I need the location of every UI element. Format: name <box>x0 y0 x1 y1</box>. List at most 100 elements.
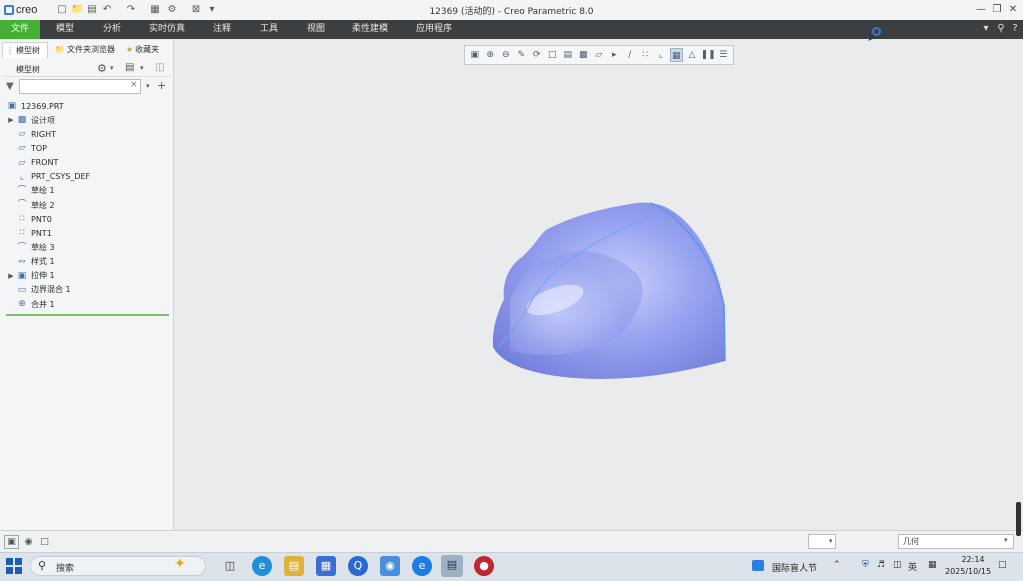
ime-indicator[interactable]: 英 <box>908 560 917 573</box>
image-viewer-icon[interactable]: ◉ <box>380 556 400 576</box>
tree-item[interactable]: ▱ RIGHT <box>6 127 57 141</box>
csys-display-icon[interactable]: ⌞ <box>654 48 668 62</box>
tray-overflow-icon[interactable]: ⌃ <box>833 560 841 570</box>
notification-icon[interactable]: □ <box>998 560 1007 570</box>
tree-item[interactable]: ▣ 12369.PRT <box>4 99 64 113</box>
clock-time[interactable]: 22:14 <box>955 555 991 564</box>
file-explorer-icon[interactable]: ▤ <box>284 556 304 576</box>
tree-item[interactable]: ▶ ▩ 设计项 <box>6 113 55 127</box>
close-icon[interactable]: ✕ <box>1006 3 1020 17</box>
clear-search-icon[interactable]: × <box>130 80 138 90</box>
spin-center-icon[interactable]: ⟳ <box>530 48 544 62</box>
news-icon[interactable] <box>752 560 764 571</box>
tab-view[interactable]: 视图 <box>299 20 333 39</box>
minimize-icon[interactable]: — <box>974 3 988 17</box>
insert-indicator[interactable] <box>6 314 169 316</box>
security-shield-icon[interactable]: ⛨ <box>862 560 869 570</box>
point-display-icon[interactable]: ∷ <box>639 48 653 62</box>
calculator-icon[interactable]: ▦ <box>928 560 937 570</box>
recorder-icon[interactable]: ● <box>474 556 494 576</box>
tree-settings-dropdown-icon[interactable]: ▾ <box>110 64 114 72</box>
datum-plane-icon: ▱ <box>18 157 26 168</box>
selection-mode-arrow-icon[interactable]: ▾ <box>829 537 833 545</box>
view-manager-icon[interactable]: □ <box>546 48 560 62</box>
sketch-icon: ⌒ <box>17 200 27 211</box>
ribbon-collapse-icon[interactable]: ▾ <box>979 22 993 36</box>
internet-explorer-icon[interactable]: e <box>412 556 432 576</box>
zoom-out-icon[interactable]: ⊖ <box>499 48 513 62</box>
tree-item[interactable]: ⊕ 合并 1 <box>6 297 55 311</box>
display-style-icon[interactable]: ▩ <box>577 48 591 62</box>
tab-folder-browser[interactable]: 📁 文件夹浏览器 <box>52 42 120 58</box>
expand-arrow-icon[interactable]: ▶ <box>6 116 16 124</box>
model-3d-surface[interactable] <box>480 195 740 395</box>
zoom-in-icon[interactable]: ⊕ <box>484 48 498 62</box>
qq-browser-icon[interactable]: Q <box>348 556 368 576</box>
datum-axis-display-icon[interactable]: ∕ <box>623 48 637 62</box>
tree-columns-icon[interactable]: ◫ <box>155 62 164 73</box>
add-filter-icon[interactable]: + <box>157 79 166 92</box>
tab-model-tree[interactable]: ⋮ 模型树 <box>2 42 48 58</box>
repaint-icon[interactable]: ✎ <box>515 48 529 62</box>
tree-item[interactable]: ⌒ 草绘 1 <box>6 184 54 198</box>
window-title: 12369 (活动的) - Creo Parametric 8.0 <box>429 7 594 17</box>
pause-icon[interactable]: ❚❚ <box>701 48 716 62</box>
tab-annotate[interactable]: 注释 <box>205 20 239 39</box>
tree-settings-icon[interactable]: ⚙ <box>97 62 107 75</box>
datum-plane-display-icon[interactable]: ▸ <box>608 48 622 62</box>
tab-analysis[interactable]: 分析 <box>94 20 130 39</box>
tree-item[interactable]: ▱ TOP <box>6 141 47 155</box>
tree-item[interactable]: ∾ 样式 1 <box>6 255 54 269</box>
full-screen-icon[interactable]: □ <box>37 535 52 549</box>
task-view-icon[interactable]: ◫ <box>220 556 240 576</box>
creo-taskbar-icon[interactable]: ▤ <box>441 555 463 577</box>
expand-arrow-icon[interactable]: ▶ <box>6 272 16 280</box>
tree-item[interactable]: ▱ FRONT <box>6 156 59 170</box>
command-search-icon[interactable]: ⚲ <box>994 22 1008 36</box>
saved-views-icon[interactable]: ▤ <box>561 48 575 62</box>
annotation-display-icon[interactable]: ▦ <box>669 48 684 62</box>
chevron-down-icon[interactable]: ▾ <box>1004 536 1008 544</box>
tree-item[interactable]: ∷ PNT1 <box>6 226 52 240</box>
tree-show-icon[interactable]: ▤ <box>125 62 134 73</box>
appearance-icon[interactable]: ☰ <box>717 48 731 62</box>
tree-item[interactable]: ∷ PNT0 <box>6 212 52 226</box>
tree-item[interactable]: ▶ ▣ 拉伸 1 <box>6 269 54 283</box>
tab-live-simulation[interactable]: 实时仿真 <box>143 20 191 39</box>
smart-filter-select[interactable]: 几何 <box>898 534 1014 549</box>
scrollbar-handle[interactable] <box>1016 502 1021 536</box>
tree-item-label: 合并 1 <box>31 299 55 309</box>
search-highlight-icon[interactable]: ✦ <box>174 556 186 572</box>
tab-file[interactable]: 文件 <box>0 20 40 39</box>
part-icon: ▣ <box>7 101 17 111</box>
refit-icon[interactable]: ▣ <box>468 48 482 62</box>
toggle-browser-icon[interactable]: ◉ <box>21 535 36 549</box>
datum-point-icon: ∷ <box>19 228 25 239</box>
restore-icon[interactable]: ❐ <box>990 3 1004 17</box>
tab-favorites[interactable]: ★ 收藏夹 <box>123 42 168 58</box>
tab-tools[interactable]: 工具 <box>252 20 286 39</box>
simulation-icon[interactable]: △ <box>685 48 699 62</box>
filter-icon[interactable]: ▼ <box>6 81 14 92</box>
tree-item[interactable]: ⌒ 草绘 3 <box>6 241 54 255</box>
help-icon[interactable]: ? <box>1008 22 1022 36</box>
volume-icon[interactable]: ♬ <box>877 560 885 570</box>
tab-model[interactable]: 模型 <box>47 20 83 39</box>
edge-browser-icon[interactable]: e <box>252 556 272 576</box>
network-icon[interactable]: ◫ <box>893 560 902 570</box>
clock-date[interactable]: 2025/10/15 <box>945 567 991 576</box>
tree-item[interactable]: ⌞ PRT_CSYS_DEF <box>6 170 90 184</box>
tree-show-dropdown-icon[interactable]: ▾ <box>140 64 144 72</box>
tree-item-label: 边界混合 1 <box>31 285 71 295</box>
store-icon[interactable]: ▦ <box>316 556 336 576</box>
windows-start-icon[interactable] <box>6 558 22 574</box>
search-options-icon[interactable]: ▾ <box>146 82 150 90</box>
tree-item[interactable]: ⌒ 草绘 2 <box>6 198 54 212</box>
tree-item[interactable]: ▭ 边界混合 1 <box>6 283 71 297</box>
tab-flexible-modeling[interactable]: 柔性建模 <box>346 20 394 39</box>
news-label[interactable]: 国际盲人节 <box>772 561 817 574</box>
tab-applications[interactable]: 应用程序 <box>410 20 458 39</box>
toggle-navigator-icon[interactable]: ▣ <box>4 535 19 549</box>
tree-search-input[interactable] <box>19 79 141 94</box>
perspective-icon[interactable]: ▱ <box>592 48 606 62</box>
